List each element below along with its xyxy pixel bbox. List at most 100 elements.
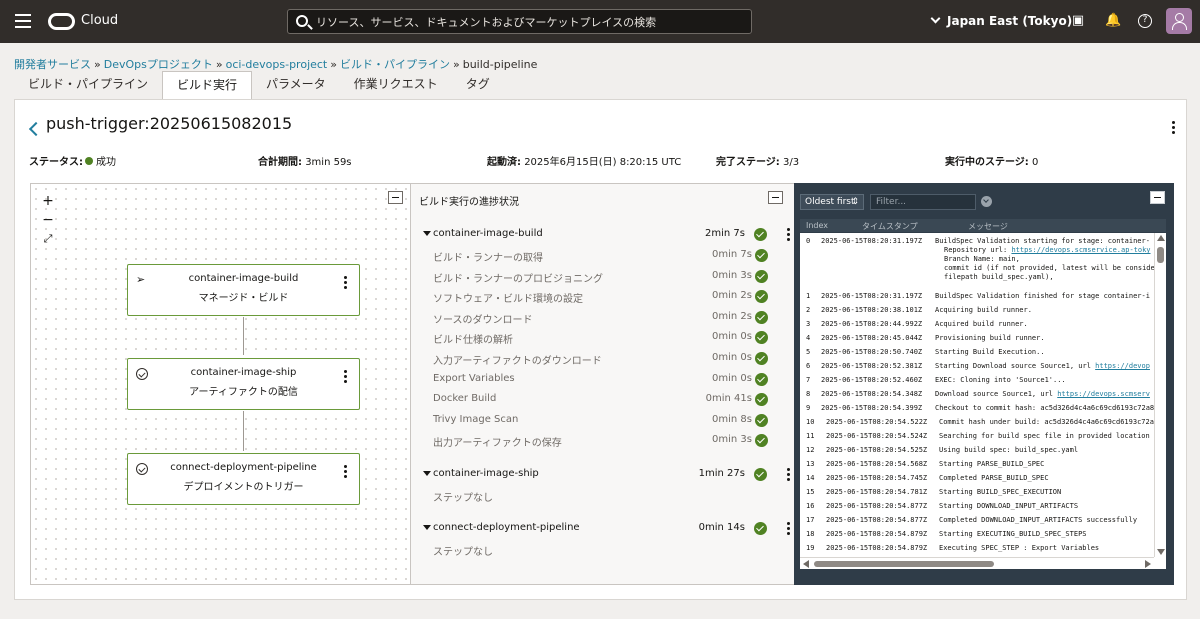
breadcrumb-project[interactable]: oci-devops-project: [226, 58, 328, 71]
help-icon[interactable]: ?: [1138, 14, 1152, 28]
log-header-index: Index: [806, 221, 829, 230]
log-message: Starting DOWNLOAD_INPUT_ARTIFACTS: [939, 502, 1079, 510]
progress-step: 入力アーティファクトのダウンロード 0min 0s: [433, 352, 768, 367]
log-timestamp: 2025-06-15T08:20:31.197Z: [821, 237, 923, 245]
search-input[interactable]: [316, 13, 746, 31]
log-timestamp: 2025-06-15T08:20:54.524Z: [826, 432, 928, 440]
success-check-icon: [755, 434, 768, 447]
progress-group-container-image-build[interactable]: container-image-build 2min 7s: [423, 227, 790, 243]
hamburger-menu-icon[interactable]: [15, 14, 31, 28]
progress-group-connect-deployment-pipeline[interactable]: connect-deployment-pipeline 0min 14s: [423, 521, 790, 537]
region-selector[interactable]: Japan East (Tokyo): [930, 13, 1072, 28]
oracle-logo-icon[interactable]: [48, 13, 75, 30]
breadcrumb-devops-projects[interactable]: DevOpsプロジェクト: [104, 58, 213, 71]
breadcrumb-build-pipelines[interactable]: ビルド・パイプライン: [340, 58, 450, 71]
log-table-body[interactable]: 0 2025-06-15T08:20:31.197Z BuildSpec Valid…: [800, 233, 1154, 557]
tab-tags[interactable]: タグ: [452, 71, 504, 99]
log-index: 10: [806, 418, 815, 426]
pipeline-diagram[interactable]: + − ⤢ ➢ container-image-build マネージド・ビルド …: [30, 183, 411, 585]
scroll-right-icon: [1145, 560, 1151, 568]
log-message: Searching for build spec file in provide…: [939, 432, 1150, 440]
tab-bar: ビルド・パイプライン ビルド実行 パラメータ 作業リクエスト タグ: [14, 71, 504, 101]
log-link[interactable]: https://devops.scmserv: [1057, 390, 1150, 398]
log-header-timestamp: タイムスタンプ: [862, 222, 918, 231]
zoom-out-button[interactable]: −: [41, 213, 55, 227]
minimize-diagram-button[interactable]: [388, 191, 403, 204]
group-kebab-icon[interactable]: [787, 228, 791, 242]
notification-bell-icon[interactable]: 🔔: [1105, 14, 1121, 28]
log-vertical-scrollbar[interactable]: [1154, 233, 1166, 557]
log-index: 15: [806, 488, 815, 496]
log-index: 18: [806, 530, 815, 538]
back-chevron-icon[interactable]: [31, 120, 41, 134]
page-actions-kebab-icon[interactable]: [1172, 121, 1176, 135]
log-timestamp: 2025-06-15T08:20:54.781Z: [826, 488, 928, 496]
caret-down-icon[interactable]: [423, 471, 431, 476]
stage-card-connect-deployment-pipeline[interactable]: connect-deployment-pipeline デプロイメントのトリガー: [127, 453, 360, 505]
progress-title: ビルド実行の進捗状況: [419, 197, 519, 208]
user-avatar-icon[interactable]: [1166, 8, 1192, 34]
caret-down-icon[interactable]: [423, 525, 431, 530]
log-index: 0: [806, 237, 811, 245]
log-index: 11: [806, 432, 815, 440]
scroll-thumb: [814, 561, 994, 567]
success-check-icon: [755, 352, 768, 365]
stage-card-container-image-build[interactable]: ➢ container-image-build マネージド・ビルド: [127, 264, 360, 316]
log-timestamp: 2025-06-15T08:20:45.044Z: [821, 334, 923, 342]
success-check-icon: [754, 228, 767, 241]
success-check-icon: [754, 468, 767, 481]
brand-name[interactable]: Cloud: [81, 13, 118, 28]
build-run-panel: push-trigger:20250615082015 ステータス: 成功 合計期…: [14, 99, 1187, 600]
stage-connector: [243, 411, 244, 451]
log-sort-select[interactable]: Oldest first: [800, 194, 864, 210]
tab-build-runs[interactable]: ビルド実行: [162, 71, 253, 101]
progress-step: ビルド・ランナーのプロビジョニング 0min 3s: [433, 270, 768, 285]
log-link[interactable]: https://devops.scmservice.ap-toky: [1011, 246, 1150, 254]
progress-group-container-image-ship[interactable]: container-image-ship 1min 27s: [423, 467, 790, 483]
stage-kebab-icon[interactable]: [344, 276, 348, 290]
log-index: 6: [806, 362, 811, 370]
search-icon: [296, 15, 308, 27]
log-message: Starting PARSE_BUILD_SPEC: [939, 460, 1045, 468]
success-check-icon: [755, 414, 768, 427]
success-check-icon: [755, 249, 768, 262]
breadcrumb-developer-services[interactable]: 開発者サービス: [14, 58, 91, 71]
log-panel: Oldest first Index タイムスタンプ メッセージ 0 2025-0…: [794, 183, 1174, 585]
log-horizontal-scrollbar[interactable]: [800, 557, 1154, 569]
log-timestamp: 2025-06-15T08:20:50.740Z: [821, 348, 923, 356]
log-message: Provisioning build runner.: [935, 334, 1045, 342]
status-summary: ステータス: 成功: [29, 157, 116, 168]
zoom-in-button[interactable]: +: [41, 194, 55, 208]
stage-kebab-icon[interactable]: [344, 370, 348, 384]
log-link[interactable]: https://devop: [1095, 362, 1150, 370]
tab-build-pipeline[interactable]: ビルド・パイプライン: [14, 71, 162, 99]
success-check-icon: [755, 270, 768, 283]
download-icon[interactable]: [981, 196, 992, 207]
log-filter-input[interactable]: [870, 194, 976, 210]
log-timestamp: 2025-06-15T08:20:44.992Z: [821, 320, 923, 328]
status-value: 成功: [96, 157, 116, 168]
minimize-log-button[interactable]: [1150, 191, 1165, 204]
progress-step: ビルド仕様の解析 0min 0s: [433, 331, 768, 346]
stage-card-container-image-ship[interactable]: container-image-ship アーティファクトの配信: [127, 358, 360, 410]
cloud-shell-icon[interactable]: ▣: [1071, 14, 1085, 28]
log-message: BuildSpec Validation finished for stage …: [935, 292, 1150, 300]
tab-parameters[interactable]: パラメータ: [252, 71, 340, 99]
group-kebab-icon[interactable]: [787, 468, 791, 482]
stage-type: マネージド・ビルド: [198, 293, 289, 304]
success-check-icon: [755, 290, 768, 303]
minimize-progress-button[interactable]: [768, 191, 783, 204]
stage-name: container-image-build: [188, 273, 299, 284]
log-timestamp: 2025-06-15T08:20:54.877Z: [826, 516, 928, 524]
top-bar: Cloud Japan East (Tokyo) ▣ 🔔 ?: [0, 0, 1200, 43]
group-kebab-icon[interactable]: [787, 522, 791, 536]
caret-down-icon[interactable]: [423, 231, 431, 236]
log-message: Completed DOWNLOAD_INPUT_ARTIFACTS succe…: [939, 516, 1138, 524]
fit-screen-icon[interactable]: ⤢: [41, 232, 55, 246]
progress-step: Export Variables 0min 0s: [433, 373, 768, 387]
tab-work-requests[interactable]: 作業リクエスト: [340, 71, 452, 99]
chevron-down-icon: [930, 13, 941, 24]
stage-kebab-icon[interactable]: [344, 465, 348, 479]
search-box[interactable]: [287, 9, 752, 34]
log-message: Starting EXECUTING_BUILD_SPEC_STEPS: [939, 530, 1087, 538]
